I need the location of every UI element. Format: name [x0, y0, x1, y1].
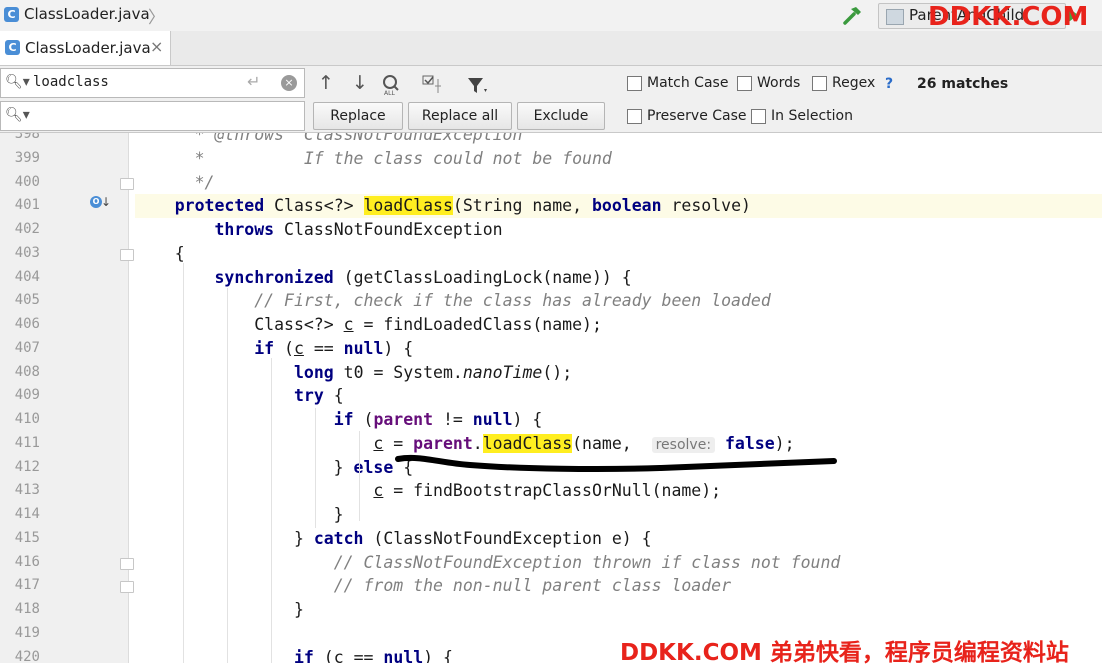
svg-text:ALL: ALL [384, 90, 395, 96]
watermark-top: DDKK.COM [928, 2, 1089, 32]
watermark-bottom: DDKK.COM 弟弟快看，程序员编程资料站 [620, 640, 1069, 666]
in-selection-label: In Selection [771, 108, 853, 124]
build-hammer-icon[interactable] [842, 4, 864, 26]
in-selection-checkbox[interactable] [751, 109, 766, 124]
search-icon[interactable]: 🔍︎▾ [5, 107, 30, 123]
words-label: Words [757, 75, 801, 91]
editor-tabs: C ClassLoader.java × [0, 31, 1102, 66]
find-all-icon[interactable]: ALL [381, 74, 403, 96]
arrow-down-icon[interactable]: ↓ [352, 72, 368, 94]
regex-help-link[interactable]: ? [885, 76, 893, 92]
replace-field[interactable]: 🔍︎▾ [0, 101, 305, 131]
run-config-icon [886, 9, 904, 25]
enter-icon: ↵ [247, 72, 261, 91]
regex-checkbox[interactable] [812, 76, 827, 91]
replace-all-button[interactable]: Replace all [408, 102, 512, 130]
java-class-icon: C [4, 7, 19, 22]
select-all-occurrences-icon[interactable] [422, 74, 446, 96]
words-checkbox[interactable] [737, 76, 752, 91]
match-case-label: Match Case [647, 75, 729, 91]
preserve-case-label: Preserve Case [647, 108, 747, 124]
java-class-icon: C [5, 40, 20, 55]
match-case-checkbox[interactable] [627, 76, 642, 91]
clear-icon[interactable]: × [281, 75, 297, 91]
search-input[interactable] [33, 72, 233, 92]
arrow-up-icon[interactable]: ↑ [318, 72, 334, 94]
tab-label: ClassLoader.java [25, 39, 151, 57]
search-field[interactable]: 🔍︎▾ ↵ × [0, 68, 305, 98]
preserve-case-checkbox[interactable] [627, 109, 642, 124]
replace-input[interactable] [33, 105, 233, 125]
search-icon[interactable]: 🔍︎▾ [5, 74, 30, 90]
breadcrumb-file[interactable]: ClassLoader.java [24, 5, 150, 23]
hand-drawn-underline [395, 454, 837, 472]
code-editor[interactable]: 398 399 400 401 402 403 404 405 406 407 408 409 410 4… [0, 133, 1102, 663]
filter-icon[interactable] [466, 75, 488, 97]
breadcrumb-separator-icon: 〉 [148, 8, 165, 28]
replace-button[interactable]: Replace [313, 102, 403, 130]
exclude-button[interactable]: Exclude [517, 102, 605, 130]
tab-classloader-java[interactable]: C ClassLoader.java × [0, 31, 171, 65]
match-count: 26 matches [917, 76, 1009, 92]
regex-label: Regex [832, 75, 876, 91]
find-replace-panel: 🔍︎▾ ↵ × 🔍︎▾ ↑ ↓ ALL Replace Replace all … [0, 66, 1102, 133]
close-icon[interactable]: × [150, 37, 163, 56]
